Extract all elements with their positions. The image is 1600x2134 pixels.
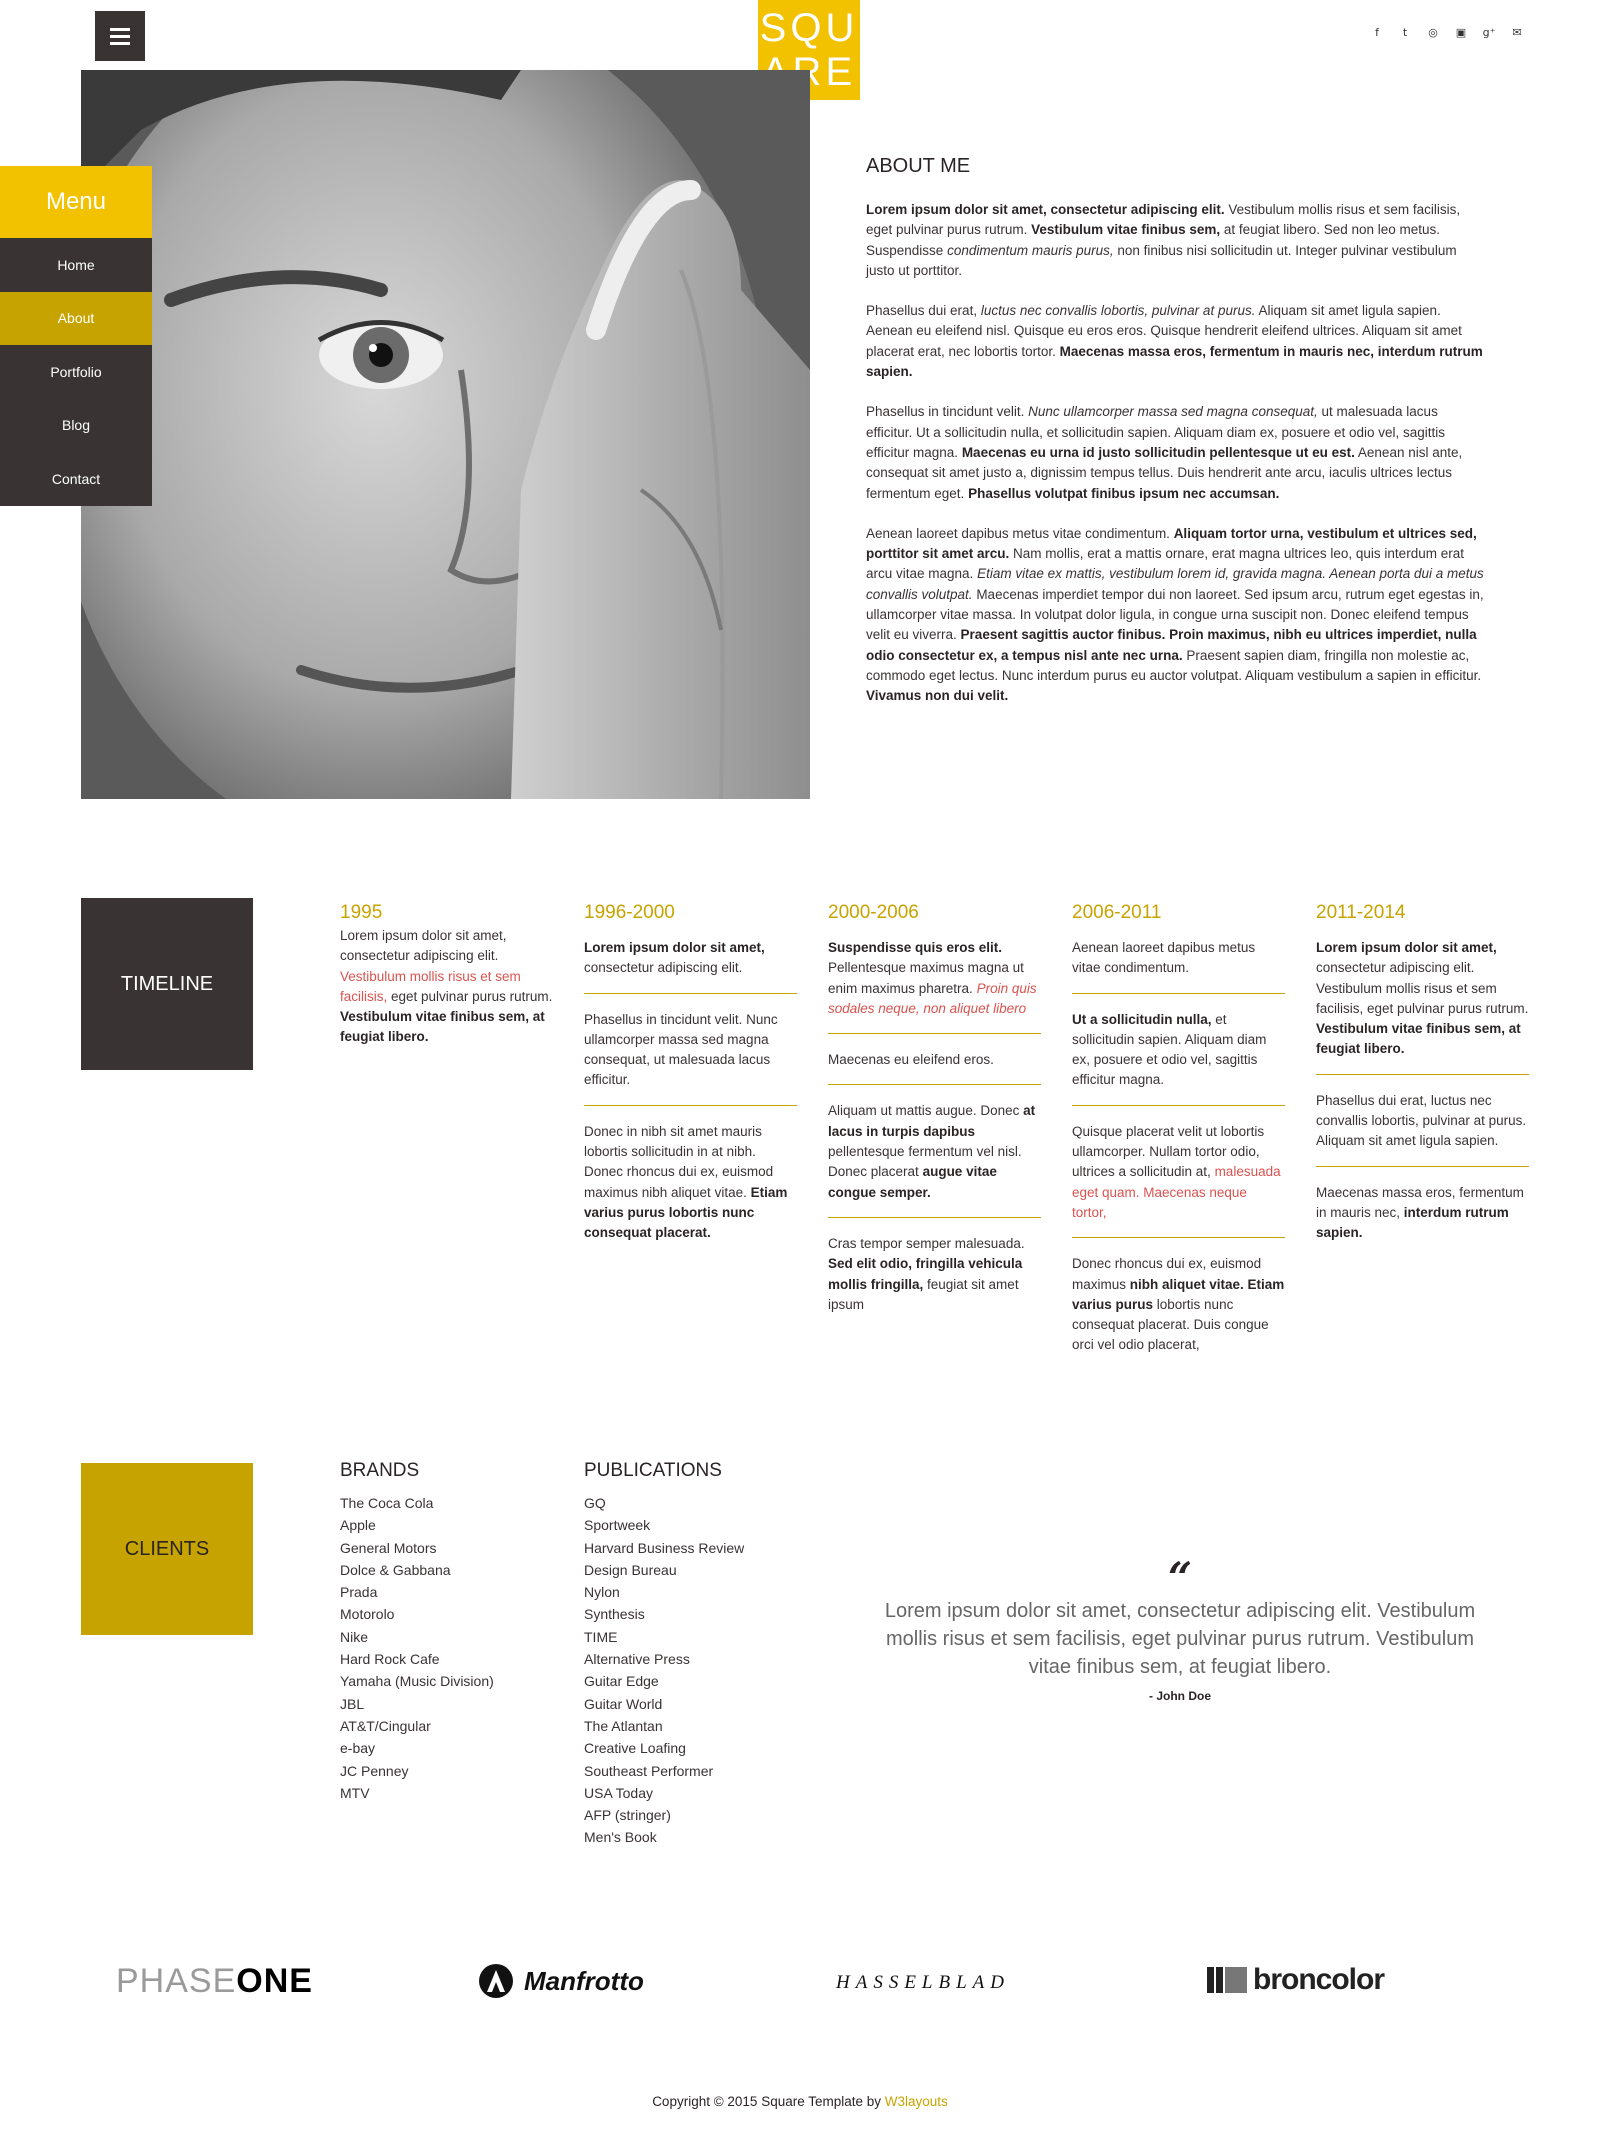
menu-toggle-button[interactable]	[95, 11, 145, 61]
timeline-entry: Aenean laoreet dapibus metus vitae condi…	[1072, 938, 1285, 994]
menu-item-portfolio[interactable]: Portfolio	[0, 345, 152, 399]
email-icon[interactable]: ✉	[1511, 26, 1523, 39]
brand-item: Apple	[340, 1517, 376, 1534]
timeline-column-1995: 1995 Lorem ipsum dolor sit amet, consect…	[340, 900, 553, 1078]
publication-item: Design Bureau	[584, 1561, 677, 1578]
about-section: ABOUT ME Lorem ipsum dolor sit amet, con…	[866, 155, 1486, 727]
publication-item: USA Today	[584, 1784, 654, 1801]
brands-list: BRANDS The Coca Cola Apple General Motors D…	[340, 1460, 494, 1804]
twitter-icon[interactable]: t	[1399, 26, 1411, 39]
menu-item-home[interactable]: Home	[0, 238, 152, 292]
menu-item-about[interactable]: About	[0, 291, 152, 345]
brand-item: The Coca Cola	[340, 1495, 434, 1511]
hamburger-icon	[110, 27, 130, 31]
hasselblad-logo: HASSELBLAD	[836, 1972, 1010, 1993]
brand-item: e-bay	[340, 1740, 376, 1757]
facebook-icon[interactable]: f	[1371, 26, 1383, 39]
quote-author: - John Doe	[1149, 1689, 1211, 1703]
brand-item: Nike	[340, 1628, 369, 1645]
timeline-entry: Lorem ipsum dolor sit amet, consectetur …	[584, 938, 797, 994]
instagram-icon[interactable]: ◎	[1427, 26, 1439, 39]
timeline-column-2000-2006: 2000-2006 Suspendisse quis eros elit. Pe…	[828, 900, 1041, 1345]
brand-item: Yamaha (Music Division)	[340, 1673, 494, 1690]
timeline-entry: Ut a sollicitudin nulla, et sollicitudin…	[1072, 1010, 1285, 1106]
timeline-entry: Donec rhoncus dui ex, euismod maximus ni…	[1072, 1256, 1285, 1353]
broncolor-logo: broncolor	[1207, 1963, 1385, 1997]
timeline-entry: Suspendisse quis eros elit. Pellentesque…	[828, 938, 1041, 1035]
w3layouts-link[interactable]: W3layouts	[885, 2094, 948, 2109]
portrait-photo	[81, 70, 810, 799]
timeline-entry: Aliquam ut mattis augue. Donec at lacus …	[828, 1101, 1041, 1218]
about-paragraph: Lorem ipsum dolor sit amet, consectetur …	[866, 202, 1461, 278]
about-heading: ABOUT ME	[866, 155, 971, 177]
brand-item: AT&T/Cingular	[340, 1717, 431, 1734]
brand-item: Motorolo	[340, 1606, 395, 1623]
about-paragraph: Phasellus in tincidunt velit. Nunc ullam…	[866, 404, 1463, 501]
brand-item: Dolce & Gabbana	[340, 1561, 451, 1578]
google-plus-icon[interactable]: g⁺	[1483, 26, 1496, 39]
timeline-title-box: TIMELINE	[81, 898, 253, 1070]
copyright-text: Copyright © 2015 Square Template by	[652, 2094, 885, 2109]
timeline-year: 1995	[340, 902, 383, 923]
broncolor-icon	[1207, 1967, 1247, 1993]
publications-heading: PUBLICATIONS	[584, 1460, 722, 1481]
timeline-entry: Maecenas eu eleifend eros.	[828, 1050, 1041, 1086]
publication-item: Guitar World	[584, 1695, 663, 1712]
footer: Copyright © 2015 Square Template by W3la…	[0, 2094, 1600, 2109]
brand-item: MTV	[340, 1784, 370, 1801]
manfrotto-icon	[479, 1964, 513, 1998]
brand-item: JC Penney	[340, 1762, 409, 1779]
timeline-year: 2000-2006	[828, 902, 919, 923]
timeline-entry: Phasellus in tincidunt velit. Nunc ullam…	[584, 1010, 797, 1106]
publication-item: Creative Loafing	[584, 1740, 686, 1757]
quote-icon: “	[1167, 1553, 1193, 1602]
about-paragraph: Phasellus dui erat, luctus nec convallis…	[866, 303, 1483, 380]
menu-item-contact[interactable]: Contact	[0, 452, 152, 506]
publication-item: GQ	[584, 1495, 606, 1511]
publication-item: Southeast Performer	[584, 1762, 714, 1779]
timeline-entry: Cras tempor semper malesuada. Sed elit o…	[828, 1235, 1025, 1312]
menu-item-blog[interactable]: Blog	[0, 398, 152, 452]
publication-item: Sportweek	[584, 1517, 651, 1534]
publication-item: Men's Book	[584, 1829, 657, 1846]
timeline-entry: Phasellus dui erat, luctus nec convallis…	[1316, 1091, 1529, 1167]
timeline-year: 2011-2014	[1316, 902, 1406, 923]
publication-item: Nylon	[584, 1584, 620, 1601]
manfrotto-logo: Manfrotto	[478, 1963, 644, 1999]
timeline-column-2006-2011: 2006-2011 Aenean laoreet dapibus metus v…	[1072, 900, 1285, 1386]
timeline-entry: Maecenas massa eros, fermentum in mauris…	[1316, 1184, 1524, 1241]
timeline-entry: Donec in nibh sit amet mauris lobortis s…	[584, 1123, 788, 1241]
publication-item: Alternative Press	[584, 1651, 690, 1668]
publications-list: PUBLICATIONS GQ Sportweek Harvard Business…	[584, 1460, 744, 1849]
side-menu: Menu Home About Portfolio Blog Contact	[0, 166, 152, 506]
publication-item: Guitar Edge	[584, 1673, 659, 1690]
brand-item: General Motors	[340, 1539, 437, 1556]
flickr-icon[interactable]: ▣	[1455, 26, 1467, 39]
publication-item: AFP (stringer)	[584, 1807, 671, 1824]
timeline-year: 1996-2000	[584, 902, 675, 923]
publication-item: TIME	[584, 1628, 618, 1645]
testimonial-quote: “ Lorem ipsum dolor sit amet, consectetu…	[880, 1553, 1480, 1704]
social-links: f t ◎ ▣ g⁺ ✉	[1371, 26, 1523, 39]
about-paragraph: Aenean laoreet dapibus metus vitae condi…	[866, 525, 1484, 704]
brand-item: Prada	[340, 1584, 378, 1601]
brands-heading: BRANDS	[340, 1460, 420, 1481]
menu-title: Menu	[0, 166, 152, 238]
brand-item: JBL	[340, 1695, 365, 1712]
publication-item: The Atlantan	[584, 1717, 663, 1734]
quote-text: Lorem ipsum dolor sit amet, consectetur …	[884, 1600, 1476, 1678]
phase-one-logo: PHASEONE	[116, 1962, 313, 2000]
publication-item: Harvard Business Review	[584, 1539, 745, 1556]
publication-item: Synthesis	[584, 1606, 645, 1623]
brand-item: Hard Rock Cafe	[340, 1651, 440, 1668]
timeline-entry: Lorem ipsum dolor sit amet, consectetur …	[1316, 938, 1529, 1075]
timeline-entry: Quisque placerat velit ut lobortis ullam…	[1072, 1122, 1285, 1239]
clients-title-box: CLIENTS	[81, 1463, 253, 1635]
timeline-year: 2006-2011	[1072, 902, 1162, 923]
timeline-entry: Lorem ipsum dolor sit amet, consectetur …	[340, 928, 553, 1045]
timeline-column-2011-2014: 2011-2014 Lorem ipsum dolor sit amet, co…	[1316, 900, 1529, 1274]
timeline-column-1996-2000: 1996-2000 Lorem ipsum dolor sit amet, co…	[584, 900, 797, 1274]
